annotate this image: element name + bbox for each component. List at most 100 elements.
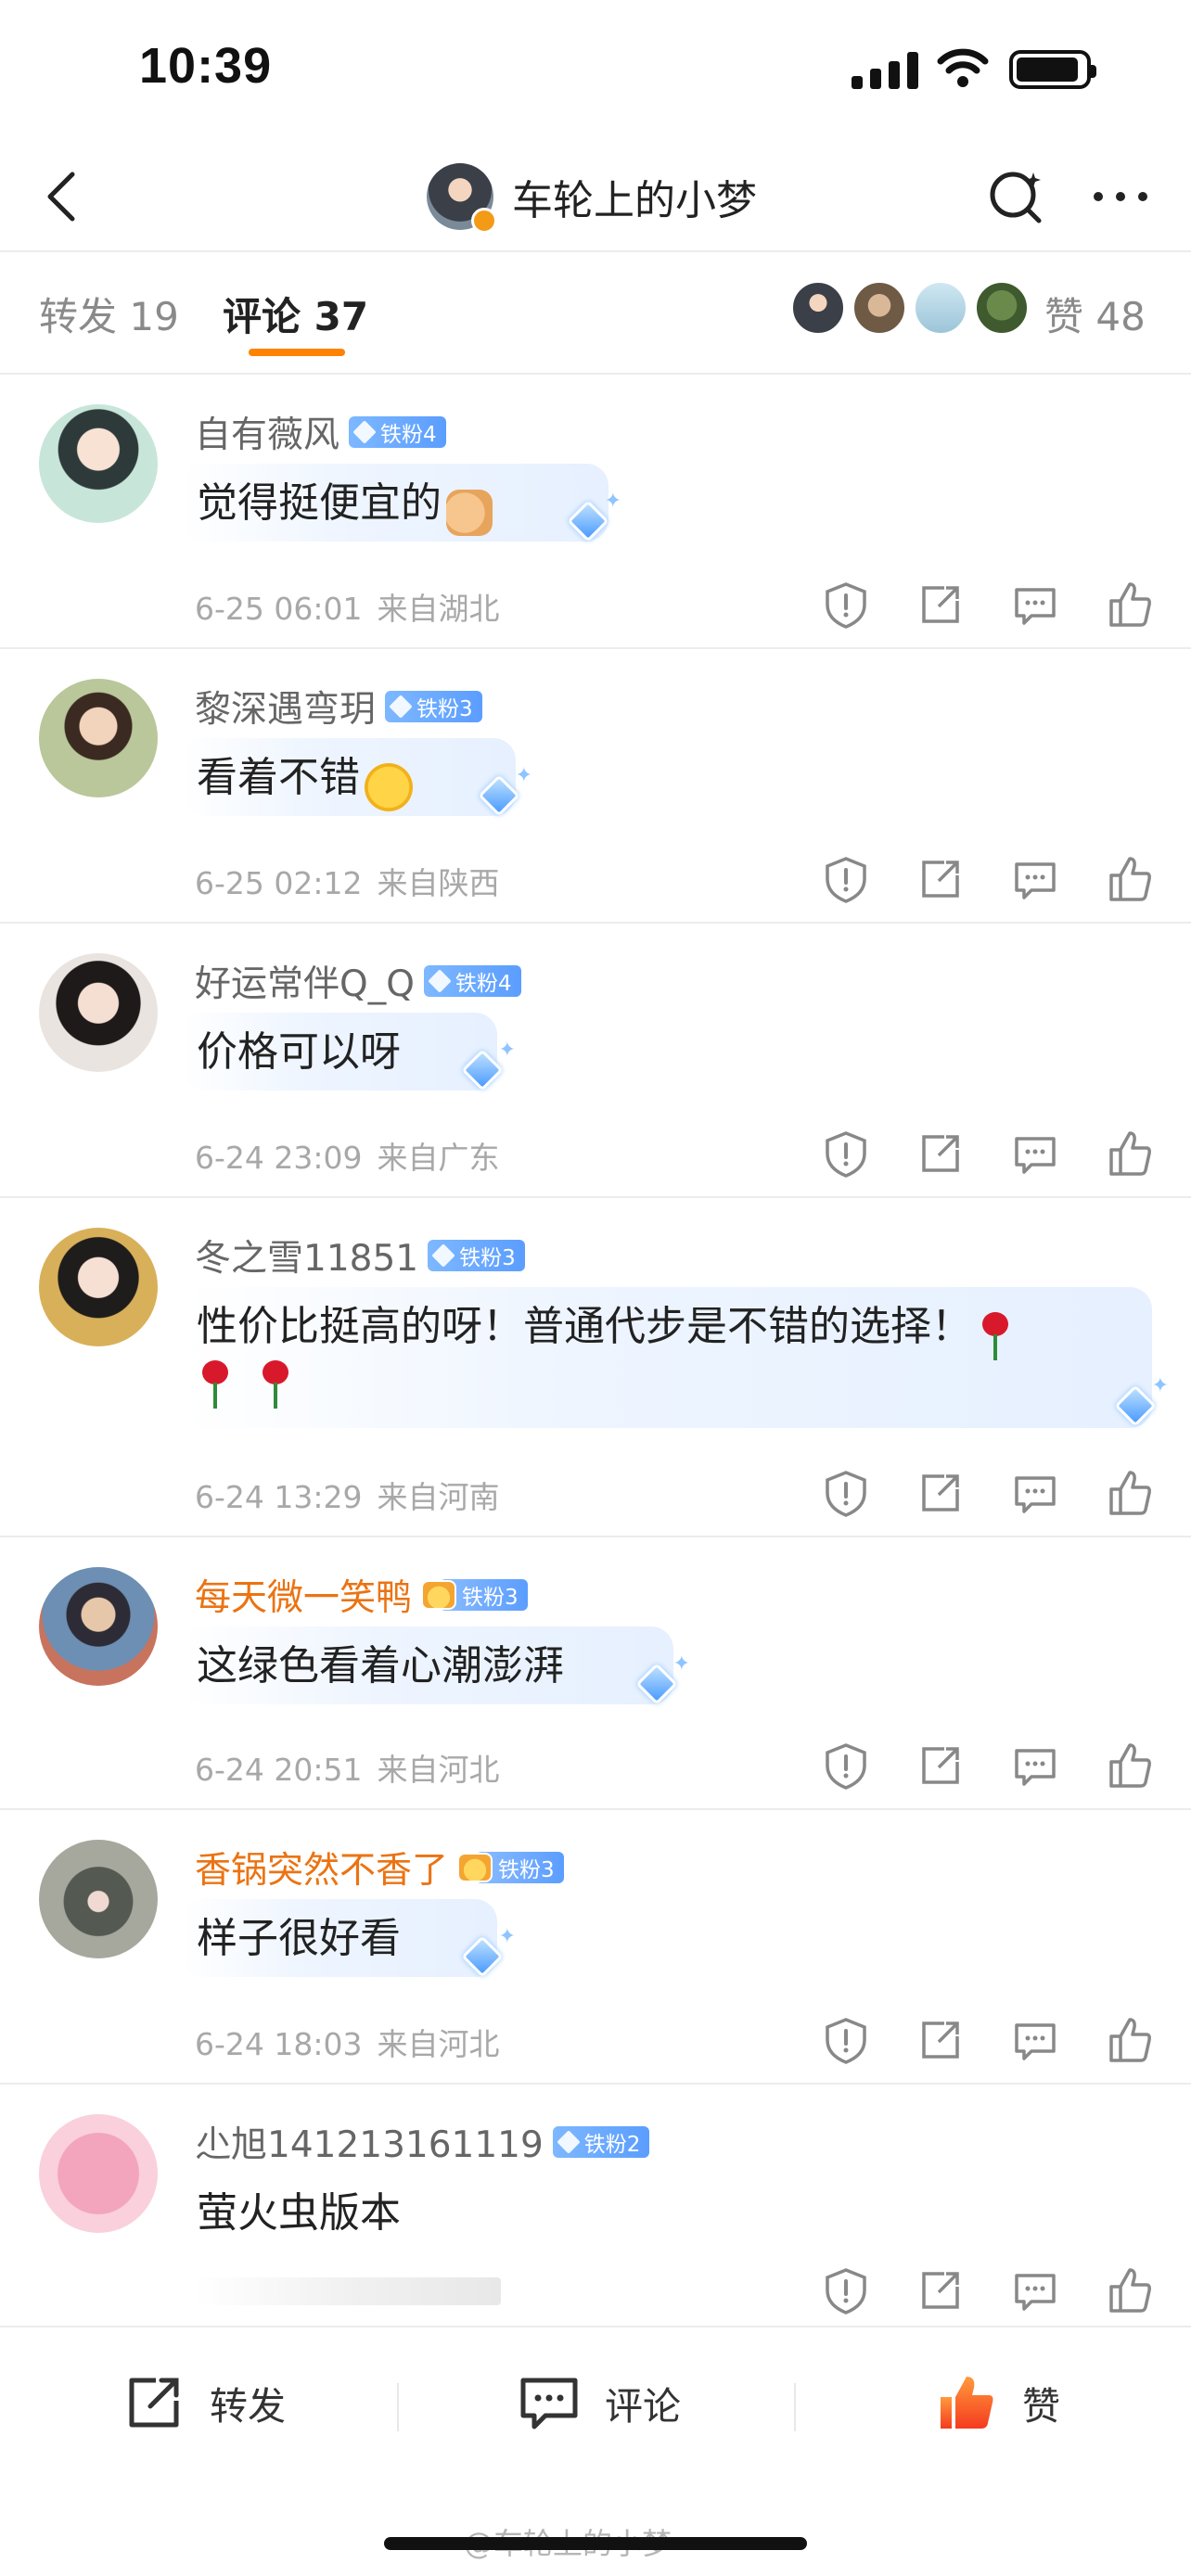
comment-username[interactable]: 好运常伴Q_Q <box>195 955 415 1007</box>
reply-icon[interactable] <box>1007 851 1063 907</box>
comment-bubble[interactable]: 性价比挺高的呀！普通代步是不错的选择！ <box>182 1287 1152 1428</box>
avatar[interactable] <box>39 1840 158 1958</box>
share-icon[interactable] <box>913 2012 968 2068</box>
repost-button[interactable]: 转发 <box>121 2370 286 2435</box>
comment-actions <box>818 851 1171 907</box>
comment-meta <box>195 2277 501 2305</box>
diamond-sticker-icon: ✦ <box>460 1925 516 1979</box>
fan-level-badge: 铁粉4 <box>423 965 521 997</box>
active-tab-indicator <box>249 349 345 356</box>
comment-text: 价格可以呀 <box>197 1028 401 1076</box>
like-icon[interactable] <box>1102 1126 1158 1181</box>
repost-icon <box>129 2378 179 2428</box>
verified-badge-icon <box>471 208 497 234</box>
report-icon[interactable] <box>818 1126 874 1181</box>
comment-button[interactable]: 评论 <box>516 2370 681 2435</box>
like-icon[interactable] <box>1102 2012 1158 2068</box>
comment-text: 看着不错 <box>197 754 360 801</box>
status-icons <box>852 46 1102 93</box>
diamond-icon <box>428 969 452 993</box>
comment-bubble[interactable]: 样子很好看 <box>182 1899 497 1977</box>
more-icon[interactable] <box>1083 159 1158 234</box>
divider <box>397 2383 399 2431</box>
crown-icon <box>457 1853 493 1882</box>
fan-level-badge: 铁粉3 <box>428 1240 525 1271</box>
report-icon[interactable] <box>818 851 874 907</box>
comment-text: 萤火虫版本 <box>197 2189 401 2237</box>
fan-level-badge: 铁粉2 <box>552 2126 650 2158</box>
nav-title: 车轮上的小梦 <box>512 177 757 224</box>
search-icon[interactable] <box>980 159 1054 234</box>
like-icon[interactable] <box>1102 851 1158 907</box>
comment-text: 样子很好看 <box>197 1915 401 1962</box>
comment-meta: 6-25 06:01 来自湖北 <box>195 591 500 627</box>
report-icon[interactable] <box>818 2263 874 2318</box>
avatar[interactable] <box>39 1567 158 1686</box>
share-icon[interactable] <box>913 577 968 632</box>
list-item: 每天微一笑鸭 铁粉3 这绿色看着心潮澎湃 ✦ 6-24 20:51 来自河北 <box>0 1537 1191 1810</box>
fan-level-badge: 铁粉4 <box>349 416 446 448</box>
reply-icon[interactable] <box>1007 2263 1063 2318</box>
home-indicator[interactable] <box>384 2537 807 2550</box>
like-icon[interactable] <box>1102 2263 1158 2318</box>
comment-actions <box>818 1465 1171 1521</box>
report-icon[interactable] <box>818 1738 874 1793</box>
like-icon[interactable] <box>1102 1465 1158 1521</box>
tab-repost[interactable]: 转发 19 <box>39 286 179 342</box>
reply-icon[interactable] <box>1007 1465 1063 1521</box>
share-icon[interactable] <box>913 2263 968 2318</box>
reply-icon[interactable] <box>1007 1126 1063 1181</box>
comment-bubble[interactable]: 这绿色看着心潮澎湃 <box>182 1626 673 1704</box>
report-icon[interactable] <box>818 2012 874 2068</box>
comment-username[interactable]: 黎深遇弯玥 <box>195 681 376 733</box>
avatar[interactable] <box>39 1228 158 1346</box>
comment-bubble[interactable]: 觉得挺便宜的 <box>182 464 608 542</box>
like-icon[interactable] <box>1102 577 1158 632</box>
comment-bubble[interactable]: 看着不错 <box>182 738 516 816</box>
comment-username[interactable]: 每天微一笑鸭 <box>195 1569 412 1621</box>
comment-bubble[interactable]: 萤火虫版本 <box>182 2174 516 2251</box>
repost-label: 转发 <box>210 2384 286 2429</box>
fan-level-badge: 铁粉3 <box>457 1852 564 1883</box>
comment-icon <box>520 2378 578 2429</box>
avatar <box>427 163 497 234</box>
diamond-sticker-icon: ✦ <box>566 490 621 543</box>
fan-level-badge: 铁粉3 <box>385 691 482 722</box>
avatar[interactable] <box>39 404 158 523</box>
comment-bubble[interactable]: 价格可以呀 <box>182 1013 497 1090</box>
comment-meta: 6-24 13:29 来自河南 <box>195 1479 500 1515</box>
report-icon[interactable] <box>818 577 874 632</box>
avatar <box>913 280 968 336</box>
diamond-sticker-icon: ✦ <box>1113 1374 1169 1428</box>
avatar <box>974 280 1030 336</box>
rose-emoji-icon <box>977 1311 1014 1360</box>
comment-meta: 6-24 20:51 来自河北 <box>195 1752 500 1788</box>
comment-username[interactable]: 香锅突然不香了 <box>195 1842 448 1894</box>
comment-username[interactable]: 尐旭141213161119 <box>195 2116 544 2168</box>
fan-level-badge: 铁粉3 <box>421 1579 528 1611</box>
back-arrow-icon[interactable] <box>28 159 102 234</box>
share-icon[interactable] <box>913 1465 968 1521</box>
avatar[interactable] <box>39 2114 158 2233</box>
reply-icon[interactable] <box>1007 2012 1063 2068</box>
list-item: 好运常伴Q_Q 铁粉4 价格可以呀 ✦ 6-24 23:09 来自广东 <box>0 924 1191 1198</box>
tab-comment[interactable]: 评论 37 <box>223 286 368 342</box>
reply-icon[interactable] <box>1007 1738 1063 1793</box>
nav-user[interactable]: 车轮上的小梦 <box>427 158 757 236</box>
comment-label: 评论 <box>605 2384 681 2429</box>
status-bar: 10:39 <box>0 0 1191 139</box>
report-icon[interactable] <box>818 1465 874 1521</box>
comment-actions <box>818 577 1171 632</box>
comment-username[interactable]: 自有薇风 <box>195 406 339 458</box>
avatar[interactable] <box>39 679 158 797</box>
diamond-icon <box>389 695 413 719</box>
tab-like[interactable]: 赞 48 <box>1044 286 1146 342</box>
reply-icon[interactable] <box>1007 577 1063 632</box>
share-icon[interactable] <box>913 851 968 907</box>
like-button[interactable]: 赞 <box>933 2370 1060 2435</box>
share-icon[interactable] <box>913 1126 968 1181</box>
like-icon[interactable] <box>1102 1738 1158 1793</box>
avatar[interactable] <box>39 953 158 1072</box>
comment-username[interactable]: 冬之雪11851 <box>195 1230 418 1282</box>
share-icon[interactable] <box>913 1738 968 1793</box>
